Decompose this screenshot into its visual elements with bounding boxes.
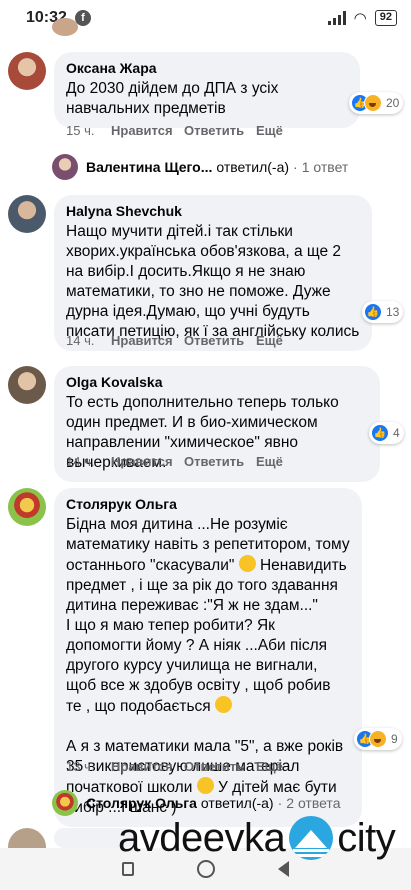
like-button[interactable]: Нравится (111, 759, 184, 774)
comment-bubble: Оксана Жара До 2030 дійдем до ДПА з усіх… (54, 52, 360, 128)
comment-actions: 14 ч. Нравится Ответить Ещё (66, 333, 283, 348)
watermark: avdeevka city (118, 812, 396, 864)
reaction-count: 20 (386, 96, 400, 110)
comment-time[interactable]: 14 ч. (66, 454, 111, 469)
reaction-summary[interactable]: 👍 4 (369, 422, 404, 444)
laughing-emoji-icon (238, 555, 256, 572)
comment-actions: 15 ч. Нравится Ответить Ещё (66, 123, 283, 138)
watermark-text: avdeevka (118, 815, 286, 860)
reply-count: 2 ответа (286, 795, 341, 811)
reply-author: Валентина Щего... (86, 159, 213, 175)
like-button[interactable]: Нравится (111, 333, 184, 348)
avatar (52, 790, 78, 816)
haha-icon (364, 94, 382, 112)
signal-icon (327, 11, 346, 25)
comment-author[interactable]: Оксана Жара (66, 60, 348, 76)
reply-verb: ответил(-а) (216, 159, 290, 175)
watermark-text: city (337, 815, 396, 860)
haha-icon (369, 730, 387, 748)
reply-button[interactable]: Ответить (184, 454, 256, 469)
reply-button[interactable]: Ответить (184, 759, 256, 774)
smile-emoji-icon (214, 696, 232, 713)
comment-actions: 13 ч. Нравится Ответить Ещё (66, 759, 283, 774)
reaction-count: 9 (391, 732, 398, 746)
comment-actions: 14 ч. Нравится Ответить Ещё (66, 454, 283, 469)
reply-author: Столярук Ольга (86, 795, 197, 811)
wifi-icon: ◠ (353, 10, 367, 27)
avatar (52, 154, 78, 180)
like-button[interactable]: Нравится (111, 123, 184, 138)
avatar[interactable] (8, 488, 46, 526)
reaction-summary[interactable]: 👍 20 (349, 92, 404, 114)
watermark-logo-icon (289, 816, 334, 860)
reaction-count: 4 (393, 426, 400, 440)
battery-icon: 92 (374, 10, 397, 26)
avatar[interactable] (8, 195, 46, 233)
like-icon: 👍 (371, 424, 389, 442)
comment-text: Нащо мучити дітей.і так стільки хворих.у… (66, 223, 360, 340)
reply-button[interactable]: Ответить (184, 123, 256, 138)
comment-author[interactable]: Olga Kovalska (66, 374, 368, 390)
like-button[interactable]: Нравится (111, 454, 184, 469)
replies-link[interactable]: Валентина Щего... ответил(-а) · 1 ответ (52, 154, 348, 180)
separator-dot: · (277, 795, 283, 811)
like-icon: 👍 (364, 303, 382, 321)
reply-button[interactable]: Ответить (184, 333, 256, 348)
comment-author[interactable]: Halyna Shevchuk (66, 203, 360, 219)
comment-time[interactable]: 15 ч. (66, 123, 111, 138)
separator-dot: · (293, 159, 298, 175)
comment-time[interactable]: 14 ч. (66, 333, 111, 348)
more-button[interactable]: Ещё (256, 759, 283, 774)
reaction-count: 13 (386, 305, 400, 319)
more-button[interactable]: Ещё (256, 123, 283, 138)
reaction-summary[interactable]: 👍 13 (362, 301, 404, 323)
recent-apps-button[interactable] (121, 862, 134, 876)
comment-text-part: Ненавидить предмет , і ще за рік до того… (66, 557, 347, 715)
comment-author[interactable]: Столярук Ольга (66, 496, 350, 512)
avatar[interactable] (8, 52, 46, 90)
reaction-summary[interactable]: 👍 9 (354, 728, 402, 750)
avatar[interactable] (8, 366, 46, 404)
more-button[interactable]: Ещё (256, 333, 283, 348)
comment-text: До 2030 дійдем до ДПА з усіх навчальних … (66, 80, 279, 117)
reply-verb: ответил(-а) (200, 795, 274, 811)
comment-bubble: Halyna Shevchuk Нащо мучити дітей.і так … (54, 195, 372, 351)
more-button[interactable]: Ещё (256, 454, 283, 469)
reply-count: 1 ответ (301, 159, 349, 175)
avatar[interactable] (52, 18, 78, 36)
comment-time[interactable]: 13 ч. (66, 759, 111, 774)
comment-bubble: Столярук Ольга Бідна моя дитина ...Не ро… (54, 488, 362, 827)
